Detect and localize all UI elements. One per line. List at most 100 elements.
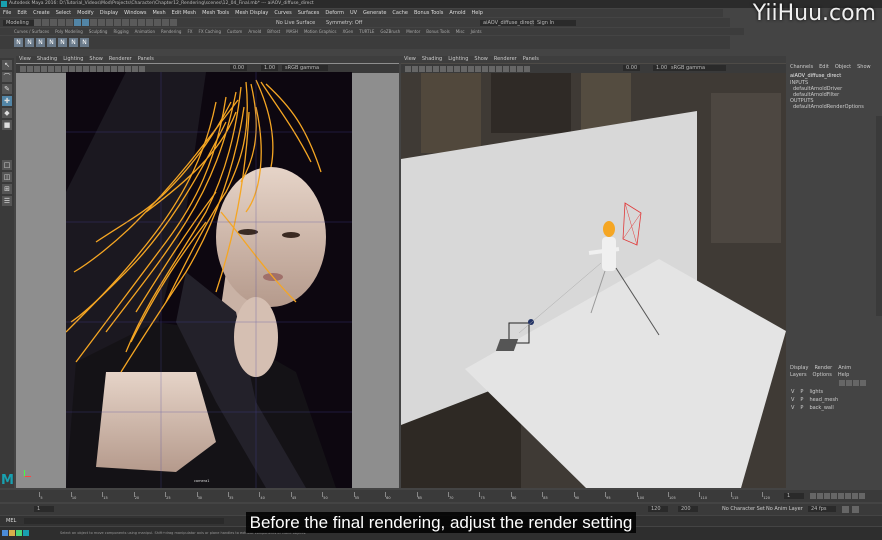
snap-grid-icon[interactable] — [106, 19, 113, 26]
mask-icon[interactable] — [98, 19, 105, 26]
grid-icon[interactable] — [461, 66, 467, 72]
menu-item[interactable]: Create — [33, 10, 50, 16]
layer-name[interactable]: lights — [809, 388, 823, 396]
select-tool-icon[interactable]: ↖ — [2, 60, 12, 70]
resolution-gate-icon[interactable] — [475, 66, 481, 72]
motion-blur-icon[interactable] — [510, 66, 516, 72]
menu-item[interactable]: Edit — [17, 10, 27, 16]
redo-icon[interactable] — [66, 19, 73, 26]
lasso-tool-icon[interactable]: ⌒ — [2, 72, 12, 82]
channel-node-name[interactable]: aiAOV_diffuse_direct — [790, 74, 841, 79]
layout-four-icon[interactable]: ⊞ — [2, 184, 12, 194]
wireframe-icon[interactable] — [412, 66, 418, 72]
no-live-surface[interactable]: No Live Surface — [276, 21, 315, 26]
layout-outliner-icon[interactable]: ☰ — [2, 196, 12, 206]
channel-menu-item[interactable]: Show — [857, 64, 871, 70]
shelf-tab[interactable]: Motion Graphics — [304, 29, 337, 34]
step-back-key-icon[interactable] — [824, 493, 830, 499]
go-start-icon[interactable] — [810, 493, 816, 499]
viewport-menu-item[interactable]: Shading — [37, 56, 57, 62]
scale-tool-icon[interactable]: ■ — [2, 120, 12, 130]
shelf-tab[interactable]: Custom — [227, 29, 242, 34]
viewport-menu-item[interactable]: Panels — [138, 56, 154, 62]
shelf-tab[interactable]: MASH — [286, 29, 298, 34]
viewport-menu-item[interactable]: View — [404, 56, 416, 62]
select-object-icon[interactable] — [82, 19, 89, 26]
menu-item[interactable]: Curves — [274, 10, 291, 16]
select-component-icon[interactable] — [90, 19, 97, 26]
safe-action-icon[interactable] — [496, 66, 502, 72]
shelf-tool-icon[interactable]: N — [36, 38, 45, 47]
shelf-tab[interactable]: Sculpting — [89, 29, 108, 34]
mode-dropdown[interactable]: Modeling — [3, 20, 35, 26]
new-layer-selected-icon[interactable] — [860, 380, 866, 386]
play-forward-icon[interactable] — [838, 493, 844, 499]
menu-item[interactable]: Mesh Tools — [202, 10, 229, 16]
ao-icon[interactable] — [503, 66, 509, 72]
render-icon[interactable] — [146, 19, 153, 26]
layer-row[interactable]: V Pback_wall — [791, 404, 879, 412]
move-tool-icon[interactable]: ✚ — [2, 96, 12, 106]
layer-up-icon[interactable] — [839, 380, 845, 386]
channel-menu-item[interactable]: Edit — [819, 64, 829, 70]
viewport-menu-item[interactable]: Show — [89, 56, 103, 62]
layer-p-toggle[interactable]: P — [800, 388, 803, 396]
select-hierarchy-icon[interactable] — [74, 19, 81, 26]
smooth-shade-icon[interactable] — [419, 66, 425, 72]
layer-v-toggle[interactable]: V — [791, 388, 794, 396]
menu-item[interactable]: Edit Mesh — [172, 10, 196, 16]
layer-menu-item[interactable]: Layers — [790, 372, 807, 378]
layer-p-toggle[interactable]: P — [800, 404, 803, 412]
gamma-field[interactable]: 1.00 — [261, 65, 279, 71]
viewport-menu-item[interactable]: Shading — [422, 56, 442, 62]
shelf-tab[interactable]: Bonus Tools — [426, 29, 449, 34]
menu-item[interactable]: UV — [350, 10, 357, 16]
layer-v-toggle[interactable]: V — [791, 404, 794, 412]
layer-down-icon[interactable] — [846, 380, 852, 386]
menu-item[interactable]: Deform — [325, 10, 344, 16]
viewport-menu-item[interactable]: Renderer — [494, 56, 517, 62]
menu-item[interactable]: File — [3, 10, 11, 16]
viewport-menu-item[interactable]: Panels — [523, 56, 539, 62]
menu-item[interactable]: Help — [472, 10, 483, 16]
field-chart-icon[interactable] — [489, 66, 495, 72]
shelf-tab[interactable]: GoZBrush — [380, 29, 400, 34]
shelf-tool-icon[interactable]: N — [58, 38, 67, 47]
rotate-tool-icon[interactable]: ◆ — [2, 108, 12, 118]
channel-menu-item[interactable]: Channels — [790, 64, 813, 70]
channel-menu-item[interactable]: Object — [835, 64, 851, 70]
output-item[interactable]: defaultArnoldRenderOptions — [793, 105, 864, 110]
menu-item[interactable]: Modify — [77, 10, 94, 16]
menu-item[interactable]: Display — [100, 10, 118, 16]
shelf-tab[interactable]: TURTLE — [359, 29, 374, 34]
layer-tab[interactable]: Render — [814, 365, 832, 371]
shelf-tool-icon[interactable]: N — [80, 38, 89, 47]
shelf-tool-icon[interactable]: N — [25, 38, 34, 47]
time-slider[interactable]: 5 10 15 20 25 30 35 40 45 50 55 60 65 70 75 80 85 90 95 100… — [0, 490, 882, 502]
menu-item[interactable]: Mesh Display — [235, 10, 268, 16]
new-layer-icon[interactable] — [853, 380, 859, 386]
go-end-icon[interactable] — [859, 493, 865, 499]
layer-name[interactable]: back_wall — [809, 404, 833, 412]
render-settings-icon[interactable] — [162, 19, 169, 26]
layer-row[interactable]: V Phead_mesh — [791, 396, 879, 404]
viewport-menu-item[interactable]: View — [19, 56, 31, 62]
shelf-tab[interactable]: Arnold — [248, 29, 261, 34]
shelf-tab[interactable]: Poly Modeling — [55, 29, 83, 34]
shelf-tab[interactable]: Rendering — [161, 29, 181, 34]
layer-p-toggle[interactable]: P — [800, 396, 803, 404]
shelf-tab[interactable]: FX — [187, 29, 192, 34]
shelf-tab[interactable]: Curves / Surfaces — [14, 29, 49, 34]
paint-tool-icon[interactable]: ✎ — [2, 84, 12, 94]
layer-tab[interactable]: Anim — [838, 365, 851, 371]
lights-icon[interactable] — [433, 66, 439, 72]
color-space-dropdown[interactable]: sRGB gamma — [282, 65, 328, 71]
snap-plane-icon[interactable] — [130, 19, 137, 26]
search-field[interactable]: aiAOV_diffuse_direct — [480, 20, 534, 26]
snap-point-icon[interactable] — [122, 19, 129, 26]
shelf-tab[interactable]: Bifrost — [267, 29, 280, 34]
dof-icon[interactable] — [524, 66, 530, 72]
layer-menu-item[interactable]: Help — [838, 372, 849, 378]
exposure-field[interactable]: 0.00 — [623, 65, 641, 71]
texture-icon[interactable] — [426, 66, 432, 72]
